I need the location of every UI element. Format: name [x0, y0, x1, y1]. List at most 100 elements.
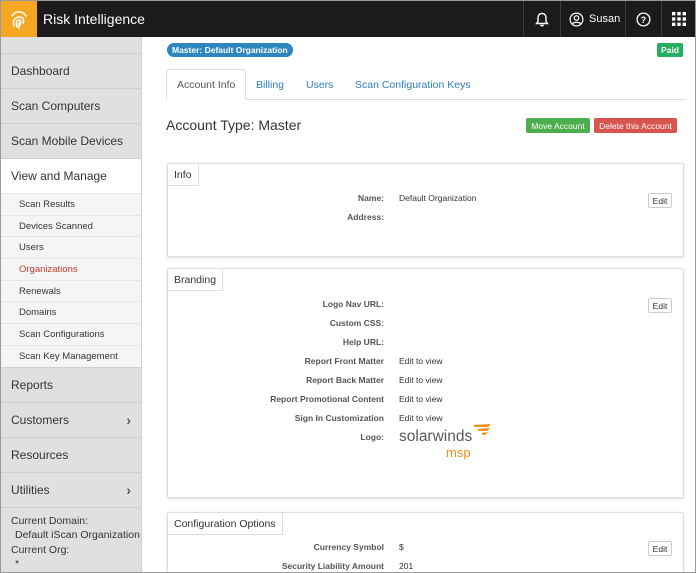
field-value: Edit to view	[399, 356, 443, 366]
sidebar-subitem-scan-results[interactable]: Scan Results	[1, 193, 141, 215]
bell-icon	[535, 12, 549, 27]
field-row: Logo Nav URL:	[168, 299, 683, 313]
apps-button[interactable]	[662, 1, 695, 37]
chevron-right-icon: ›	[126, 411, 131, 428]
field-label: Logo Nav URL:	[322, 299, 384, 309]
sidebar-item-resources[interactable]: Resources	[1, 436, 141, 472]
sidebar-subitem-users[interactable]: Users	[1, 236, 141, 258]
panel-title: Configuration Options	[168, 513, 283, 535]
sidebar-subitem-scan-configurations[interactable]: Scan Configurations	[1, 323, 141, 345]
sidebar-item-label: Utilities	[11, 482, 50, 497]
field-row: Name: Default Organization	[168, 193, 683, 207]
field-value: $	[399, 542, 404, 552]
sidebar-subitem-label: Domains	[19, 307, 57, 319]
field-value: Default Organization	[399, 193, 477, 203]
sidebar: Dashboard Scan Computers Scan Mobile Dev…	[1, 37, 142, 572]
sidebar-item-label: View and Manage	[11, 169, 107, 183]
sidebar-subitem-organizations[interactable]: Organizations	[1, 258, 141, 280]
user-circle-icon	[569, 12, 584, 26]
sidebar-subitem-label: Devices Scanned	[19, 220, 93, 232]
sidebar-top-spacer	[1, 37, 141, 53]
question-circle-icon: ?	[636, 11, 651, 27]
field-row: Currency Symbol $	[168, 542, 683, 556]
help-button[interactable]: ?	[626, 1, 661, 37]
sidebar-item-customers[interactable]: Customers ›	[1, 401, 141, 437]
field-row: Report Promotional Content Edit to view	[168, 394, 683, 408]
sidebar-subitem-scan-key-management[interactable]: Scan Key Management	[1, 344, 141, 367]
user-name: Susan	[589, 13, 621, 25]
logo-text: solarwinds	[399, 428, 472, 445]
sidebar-item-label: Resources	[11, 447, 69, 462]
field-value: Edit to view	[399, 413, 443, 423]
sidebar-item-label: Scan Mobile Devices	[11, 134, 124, 148]
current-domain-value: Default iScan Organization	[15, 529, 140, 541]
logo-swoosh	[473, 424, 491, 435]
solarwinds-msp-logo: solarwinds msp	[399, 424, 491, 460]
field-label: Security Liability Amount	[281, 561, 384, 571]
sidebar-subitem-label: Users	[19, 242, 44, 254]
configuration-options-panel: Configuration Options Edit Currency Symb…	[167, 512, 684, 572]
tab-billing[interactable]: Billing	[256, 69, 284, 100]
sidebar-submenu: Scan Results Devices Scanned Users Organ…	[1, 193, 141, 367]
current-org-label: Current Org:	[11, 543, 70, 556]
sidebar-item-label: Scan Computers	[11, 99, 101, 113]
svg-text:?: ?	[641, 14, 646, 24]
move-account-button[interactable]: Move Account	[526, 118, 590, 133]
field-label: Help URL:	[342, 337, 384, 347]
sidebar-footer: Current Domain: Default iScan Organizati…	[1, 506, 141, 572]
user-menu[interactable]: Susan	[561, 1, 625, 37]
top-bar: Risk Intelligence Susan ?	[1, 1, 695, 37]
page-title: Account Type: Master	[166, 117, 302, 133]
field-label: Report Back Matter	[306, 375, 384, 385]
brand-logo-image: solarwinds msp	[399, 424, 495, 467]
tab-scan-configuration-keys[interactable]: Scan Configuration Keys	[355, 69, 471, 100]
sidebar-item-utilities[interactable]: Utilities ›	[1, 471, 141, 507]
delete-account-button[interactable]: Delete this Account	[594, 118, 677, 133]
sidebar-subitem-label: Organizations	[19, 263, 78, 275]
branding-panel: Branding Edit Logo Nav URL: Custom CSS: …	[167, 268, 684, 498]
grid-icon	[671, 12, 686, 26]
panel-title: Branding	[168, 269, 224, 291]
tab-label: Billing	[256, 78, 285, 91]
tab-label: Users	[306, 78, 334, 91]
field-label: Address:	[347, 212, 384, 222]
sidebar-item-dashboard[interactable]: Dashboard	[1, 53, 141, 88]
current-org-value: *	[15, 558, 20, 570]
field-label: Name:	[358, 193, 384, 203]
sidebar-item-view-and-manage[interactable]: View and Manage	[1, 158, 141, 193]
field-label: Currency Symbol	[313, 542, 384, 552]
sidebar-item-label: Dashboard	[11, 64, 70, 78]
sidebar-item-label: Customers	[11, 412, 70, 427]
field-label: Custom CSS:	[329, 318, 384, 328]
notifications-button[interactable]	[524, 1, 560, 37]
sidebar-subitem-renewals[interactable]: Renewals	[1, 279, 141, 302]
field-row: Address:	[168, 212, 683, 226]
current-domain-label: Current Domain:	[11, 514, 89, 527]
tab-account-info[interactable]: Account Info	[166, 69, 247, 100]
sidebar-subitem-label: Renewals	[19, 285, 61, 297]
field-value: 201	[399, 561, 414, 571]
master-badge: Master: Default Organization	[167, 43, 293, 57]
sidebar-subitem-label: Scan Key Management	[19, 350, 118, 362]
app-title: Risk Intelligence	[43, 11, 145, 27]
sidebar-item-scan-mobile-devices[interactable]: Scan Mobile Devices	[1, 123, 141, 158]
tab-label: Scan Configuration Keys	[355, 78, 471, 91]
logo-subtext: msp	[446, 445, 471, 460]
field-label: Sign In Customization	[294, 413, 384, 423]
sidebar-subitem-domains[interactable]: Domains	[1, 301, 141, 323]
sidebar-item-scan-computers[interactable]: Scan Computers	[1, 88, 141, 123]
field-value: Edit to view	[399, 394, 443, 404]
field-label: Logo:	[360, 432, 384, 442]
sidebar-subitem-label: Scan Configurations	[19, 328, 105, 340]
paid-badge: Paid	[657, 43, 683, 57]
field-row: Custom CSS:	[168, 318, 683, 332]
sidebar-item-reports[interactable]: Reports	[1, 366, 141, 402]
tab-users[interactable]: Users	[306, 69, 333, 100]
field-value: Edit to view	[399, 375, 443, 385]
brand-logo[interactable]	[1, 1, 37, 37]
sidebar-item-label: Reports	[11, 377, 54, 392]
field-label: Report Promotional Content	[270, 394, 384, 404]
info-panel: Info Edit Name: Default Organization Add…	[167, 163, 684, 257]
main-content: Master: Default Organization Paid Accoun…	[143, 37, 695, 572]
sidebar-subitem-devices-scanned[interactable]: Devices Scanned	[1, 214, 141, 237]
